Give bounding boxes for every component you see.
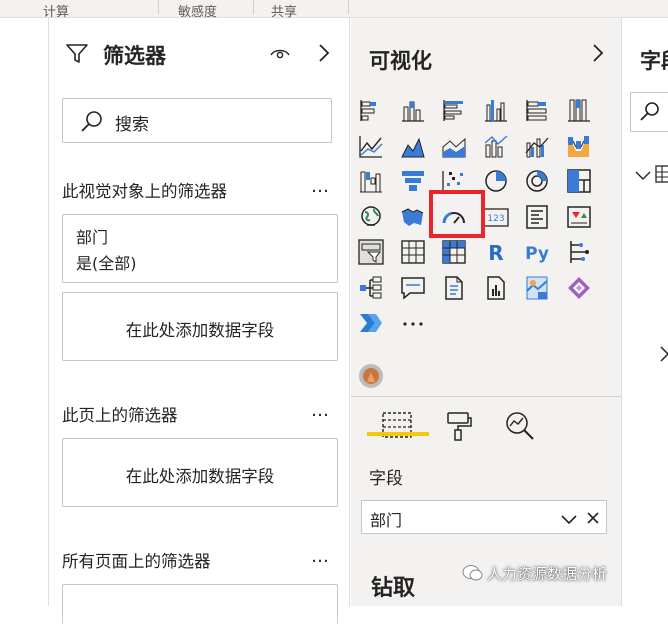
line-column-icon[interactable] — [483, 133, 509, 159]
pie-icon[interactable] — [483, 168, 509, 194]
filter-card-value: 是(全部) — [76, 254, 137, 273]
fields-tab-icon[interactable] — [380, 410, 414, 444]
multi-row-card-icon[interactable] — [524, 204, 550, 230]
data-pane: 字段 — [621, 18, 668, 606]
matrix-icon[interactable] — [441, 239, 467, 265]
stacked-area-icon[interactable] — [441, 133, 467, 159]
more-options-icon[interactable]: … — [311, 546, 331, 567]
filter-search-input[interactable]: 搜索 — [62, 98, 332, 143]
r-visual-icon[interactable]: R — [483, 239, 509, 265]
search-icon — [638, 100, 662, 128]
power-apps-icon[interactable] — [566, 275, 592, 301]
chevron-right-icon[interactable] — [658, 344, 668, 368]
all-pages-filters-heading: 所有页面上的筛选器 — [62, 552, 211, 571]
format-paint-roller-icon[interactable] — [444, 410, 474, 446]
line-clustered-column-icon[interactable] — [524, 133, 550, 159]
stacked-bar-100-icon[interactable] — [524, 97, 550, 123]
wechat-logo-icon — [462, 563, 484, 587]
search-placeholder: 搜索 — [115, 115, 149, 135]
filters-pane: 筛选器 搜索 此视觉对象上的筛选器 … 部门 是(全部) 在此处添加数据字段 此… — [48, 18, 350, 624]
svg-text:Py: Py — [525, 244, 549, 264]
svg-text:R: R — [488, 241, 503, 265]
chevron-down-icon[interactable] — [560, 511, 578, 530]
clustered-column-icon[interactable] — [483, 97, 509, 123]
watermark-text: 人力资源数据分析 — [487, 565, 608, 583]
add-field-text: 在此处添加数据字段 — [125, 467, 275, 486]
map-icon[interactable] — [358, 204, 384, 230]
search-icon — [79, 109, 105, 139]
power-automate-icon[interactable] — [358, 310, 384, 336]
fields-label: 字段 — [369, 469, 403, 489]
filters-title: 筛选器 — [103, 44, 166, 68]
custom-visual-icon[interactable] — [357, 362, 385, 394]
visualizations-title: 可视化 — [369, 49, 432, 73]
clustered-bar-icon[interactable] — [441, 97, 467, 123]
stacked-bar-icon[interactable] — [358, 97, 384, 123]
visual-filters-heading: 此视觉对象上的筛选器 — [62, 182, 227, 201]
gauge-highlight-box — [429, 190, 485, 238]
stacked-column-icon[interactable] — [400, 97, 426, 123]
ribbon-strip: 计算 敏感度 共享 — [0, 0, 668, 20]
paginated-report-icon[interactable] — [483, 275, 509, 301]
qa-icon[interactable] — [400, 275, 426, 301]
collapse-chevron-icon[interactable] — [317, 42, 331, 68]
line-chart-icon[interactable] — [358, 133, 384, 159]
more-visuals-icon[interactable] — [400, 310, 426, 336]
python-visual-icon[interactable]: Py — [524, 239, 550, 265]
divider — [351, 396, 621, 397]
report-canvas[interactable] — [0, 18, 48, 606]
more-options-icon[interactable]: … — [311, 400, 331, 421]
kpi-icon[interactable] — [566, 204, 592, 230]
treemap-icon[interactable] — [566, 168, 592, 194]
page-filters-heading: 此页上的筛选器 — [62, 406, 178, 425]
add-field-text: 在此处添加数据字段 — [125, 321, 275, 340]
filled-map-icon[interactable] — [400, 204, 426, 230]
eye-icon[interactable] — [269, 44, 291, 66]
chevron-down-icon[interactable] — [634, 168, 652, 187]
data-pane-title: 字段 — [640, 49, 668, 73]
ribbon-divider — [348, 0, 349, 14]
key-influencers-icon[interactable] — [566, 239, 592, 265]
donut-icon[interactable] — [524, 168, 550, 194]
table-icon — [654, 164, 668, 188]
filter-card-department[interactable]: 部门 是(全部) — [62, 214, 338, 283]
close-icon[interactable] — [586, 510, 600, 529]
drill-through-heading: 钻取 — [371, 576, 416, 601]
collapse-chevron-icon[interactable] — [591, 42, 605, 68]
stacked-column-100-icon[interactable] — [566, 97, 592, 123]
funnel-icon[interactable] — [400, 168, 426, 194]
data-search-input[interactable] — [630, 92, 668, 132]
active-tab-indicator — [367, 432, 429, 436]
waterfall-icon[interactable] — [358, 168, 384, 194]
slicer-icon[interactable] — [358, 239, 384, 265]
smart-narrative-icon[interactable] — [441, 275, 467, 301]
decomposition-tree-icon[interactable] — [358, 275, 384, 301]
arcgis-icon[interactable] — [524, 275, 550, 301]
filter-card-field: 部门 — [76, 228, 109, 247]
ribbon-divider — [253, 0, 254, 14]
ribbon-divider — [158, 0, 159, 14]
field-well-department[interactable]: 部门 — [361, 500, 607, 534]
svg-text:123: 123 — [487, 214, 504, 224]
page-add-field-drop[interactable]: 在此处添加数据字段 — [62, 438, 338, 507]
filter-funnel-icon — [65, 42, 89, 70]
area-chart-icon[interactable] — [400, 133, 426, 159]
all-pages-add-field-drop[interactable] — [62, 584, 338, 624]
table-icon[interactable] — [400, 239, 426, 265]
analytics-magnifier-icon[interactable] — [503, 410, 537, 446]
more-options-icon[interactable]: … — [311, 176, 331, 197]
visual-add-field-drop[interactable]: 在此处添加数据字段 — [62, 292, 338, 361]
card-icon[interactable]: 123 — [482, 204, 509, 230]
ribbon-chart-icon[interactable] — [566, 133, 592, 159]
field-well-text: 部门 — [370, 511, 403, 530]
